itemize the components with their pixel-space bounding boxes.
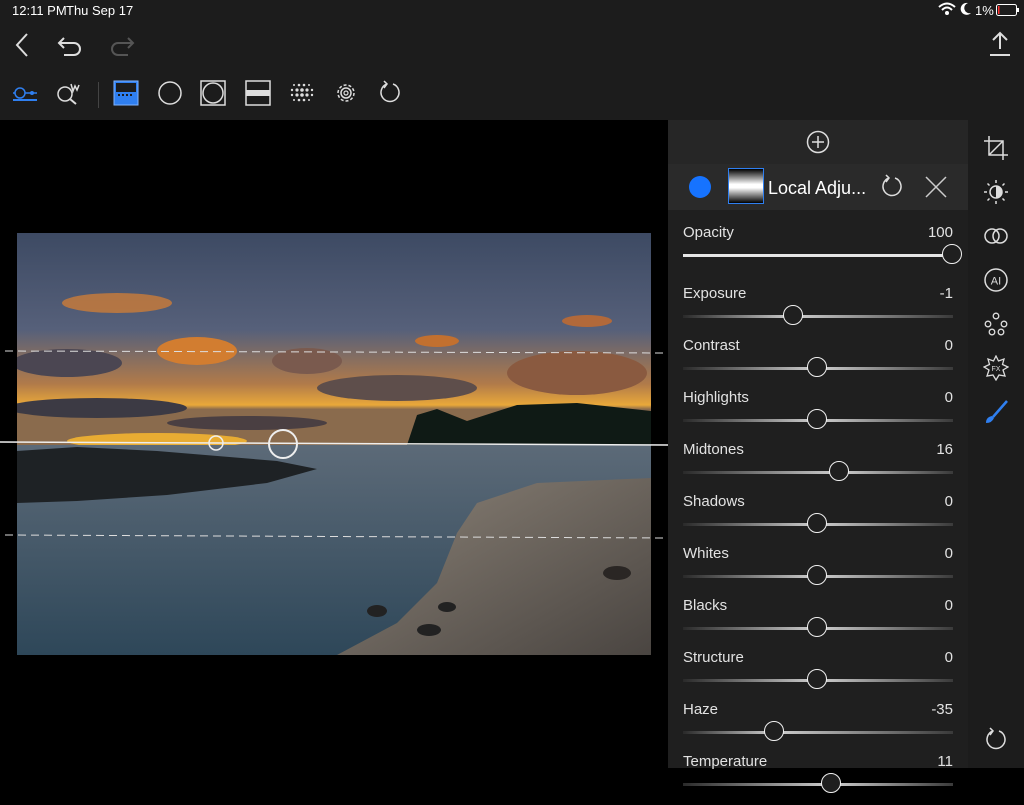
slider-thumb[interactable]	[807, 357, 827, 377]
status-bar: 12:11 PM Thu Sep 17 1%	[0, 0, 1024, 20]
slider-haze: Haze -35	[668, 701, 968, 753]
slider-track[interactable]	[683, 315, 953, 318]
gradient-mask-icon[interactable]	[110, 77, 142, 109]
image-canvas[interactable]	[0, 120, 668, 768]
slider-value: 0	[944, 597, 953, 614]
slider-whites: Whites 0	[668, 545, 968, 597]
mask-toolbar	[0, 70, 1024, 120]
color-icon[interactable]	[980, 220, 1012, 252]
slider-value: 0	[944, 337, 953, 354]
gradient-lower-guide	[4, 534, 668, 539]
effects-icon[interactable]: FX	[980, 352, 1012, 384]
brush-icon[interactable]	[980, 396, 1012, 428]
light-icon[interactable]	[980, 176, 1012, 208]
slider-track[interactable]	[683, 731, 953, 734]
reset-icon[interactable]	[374, 77, 406, 109]
slider-thumb[interactable]	[820, 773, 841, 793]
slider-label: Blacks	[683, 597, 728, 614]
slider-value: 0	[944, 493, 953, 510]
slider-highlights: Highlights 0	[668, 389, 968, 441]
slider-value: 0	[944, 389, 953, 406]
linear-mask-icon[interactable]	[242, 77, 274, 109]
side-reset-icon[interactable]	[980, 724, 1012, 756]
slider-thumb[interactable]	[828, 461, 849, 481]
magic-brush-icon[interactable]	[52, 77, 84, 109]
slider-value: 11	[937, 753, 953, 770]
gradient-upper-guide	[4, 350, 668, 354]
slider-label: Whites	[683, 545, 729, 562]
settings-icon[interactable]	[330, 77, 362, 109]
slider-contrast: Contrast 0	[668, 337, 968, 389]
slider-label: Structure	[683, 649, 744, 666]
battery-icon	[996, 4, 1020, 19]
radial-mask-icon[interactable]	[154, 77, 186, 109]
slider-value: 16	[936, 441, 953, 458]
slider-structure: Structure 0	[668, 649, 968, 701]
layer-name[interactable]: Local Adju...	[768, 178, 866, 199]
details-icon[interactable]	[980, 308, 1012, 340]
undo-icon[interactable]	[54, 29, 86, 61]
slider-value: 100	[927, 224, 953, 241]
slider-label: Midtones	[683, 441, 744, 458]
battery-percent: 1%	[975, 3, 994, 18]
svg-text:FX: FX	[992, 366, 1001, 373]
layer-row[interactable]: Local Adju...	[668, 164, 968, 210]
slider-exposure: Exposure -1	[668, 285, 968, 337]
slider-label: Temperature	[683, 753, 768, 770]
slider-value: -1	[939, 285, 953, 302]
slider-thumb[interactable]	[942, 244, 962, 264]
svg-text:AI: AI	[991, 276, 1001, 288]
slider-blacks: Blacks 0	[668, 597, 968, 649]
slider-thumb[interactable]	[807, 513, 827, 533]
layer-color-dot[interactable]	[689, 176, 711, 198]
slider-label: Contrast	[683, 337, 740, 354]
slider-track[interactable]	[683, 783, 953, 786]
gradient-mask-overlay[interactable]	[0, 120, 668, 768]
add-layer-bar	[668, 120, 968, 164]
slider-value: -35	[931, 701, 953, 718]
wifi-icon	[938, 2, 956, 19]
status-time: 12:11 PM	[12, 3, 67, 18]
crop-icon[interactable]	[980, 132, 1012, 164]
layer-mask-thumbnail[interactable]	[728, 168, 764, 204]
slider-label: Highlights	[683, 389, 749, 406]
toolbar-divider	[98, 82, 99, 108]
moon-icon	[960, 2, 972, 19]
dots-mask-icon[interactable]	[286, 77, 318, 109]
slider-track[interactable]	[683, 254, 953, 257]
slider-thumb[interactable]	[807, 409, 827, 429]
slider-track[interactable]	[683, 471, 953, 474]
plus-circle-icon[interactable]	[802, 126, 834, 158]
layer-reset-icon[interactable]	[876, 171, 908, 203]
local-adjustments-panel: Local Adju... Opacity 100 Exposure -1 Contra…	[668, 120, 968, 793]
ai-icon[interactable]: AI	[980, 264, 1012, 296]
slider-label: Haze	[683, 701, 719, 718]
slider-label: Opacity	[683, 224, 734, 241]
status-date: Thu Sep 17	[66, 3, 134, 18]
share-icon[interactable]	[984, 28, 1016, 60]
nav-bar	[0, 20, 1024, 70]
redo-icon[interactable]	[106, 29, 138, 61]
slider-midtones: Midtones 16	[668, 441, 968, 493]
slider-thumb[interactable]	[807, 565, 827, 585]
slider-opacity: Opacity 100	[668, 224, 968, 276]
slider-label: Shadows	[683, 493, 745, 510]
slider-thumb[interactable]	[807, 617, 827, 637]
back-icon[interactable]	[6, 29, 38, 61]
slider-shadows: Shadows 0	[668, 493, 968, 545]
slider-thumb[interactable]	[763, 721, 784, 741]
close-icon[interactable]	[920, 171, 952, 203]
side-tool-column: AI FX	[968, 120, 1024, 768]
slider-value: 0	[944, 545, 953, 562]
slider-thumb[interactable]	[782, 305, 803, 325]
slider-value: 0	[944, 649, 953, 666]
gradient-center-line	[0, 441, 668, 446]
vignette-mask-icon[interactable]	[197, 77, 229, 109]
mask-slider-icon[interactable]	[9, 77, 41, 109]
slider-label: Exposure	[683, 285, 747, 302]
slider-thumb[interactable]	[807, 669, 827, 689]
slider-temperature: Temperature 11	[668, 753, 968, 805]
